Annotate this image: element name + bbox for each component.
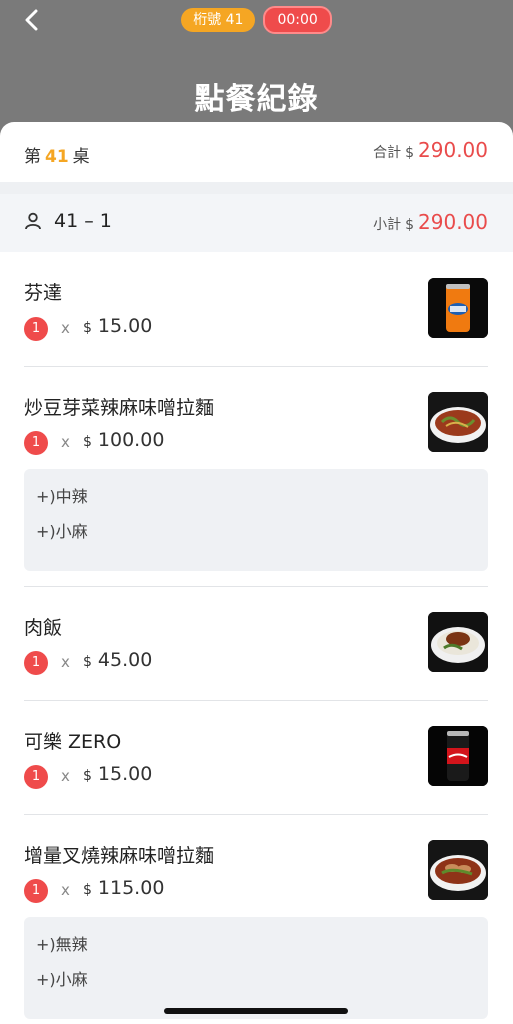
option-text: +)小麻 (36, 970, 88, 989)
price-currency: $ (83, 768, 92, 784)
multiply-sign: x (61, 767, 70, 785)
price-value: 45.00 (97, 649, 153, 671)
item-name: 炒豆芽菜辣麻味噌拉麵 (24, 397, 215, 419)
multiply-sign: x (61, 433, 70, 451)
quantity-badge: 1 (24, 317, 48, 341)
item-image-fanta (428, 278, 488, 338)
price-value: 115.00 (97, 877, 165, 899)
price-value: 15.00 (97, 315, 153, 337)
order-item[interactable]: 肉飯 1 x $45.00 (0, 587, 513, 700)
item-price: $100.00 (83, 429, 164, 451)
item-image-chashu-ramen (428, 840, 488, 900)
item-name: 可樂 ZERO (24, 731, 122, 753)
header-bar: 桁號 41 00:00 點餐紀錄 (0, 0, 513, 140)
seat-number-badge: 桁號 41 (181, 8, 256, 32)
item-image-ramen (428, 392, 488, 452)
table-number: 第 41 桌 (24, 142, 90, 167)
total-currency: $ (405, 145, 415, 161)
item-price: $45.00 (83, 649, 152, 671)
total-label: 合計 (373, 145, 402, 161)
multiply-sign: x (61, 319, 70, 337)
page-title: 點餐紀錄 (194, 82, 319, 117)
quantity-badge: 1 (24, 879, 48, 903)
table-suffix: 桌 (72, 147, 90, 167)
item-price: $115.00 (83, 877, 164, 899)
multiply-sign: x (61, 881, 70, 899)
item-image-coke (428, 726, 488, 786)
quantity-badge: 1 (24, 651, 48, 675)
multiply-sign: x (61, 653, 70, 671)
item-price: $15.00 (83, 315, 152, 337)
total-amount: 合計 $ 290.00 (373, 138, 488, 162)
timer-badge: 00:00 (263, 6, 332, 34)
person-icon (25, 212, 41, 230)
option-text: +)中辣 (36, 487, 88, 506)
price-value: 15.00 (97, 763, 153, 785)
subtotal-amount: 小計 $ 290.00 (373, 210, 488, 234)
price-currency: $ (83, 320, 92, 336)
price-currency: $ (83, 654, 92, 670)
order-item[interactable]: 可樂 ZERO 1 x $15.00 (0, 701, 513, 814)
price-currency: $ (83, 434, 92, 450)
table-summary: 第 41 桌 合計 $ 290.00 (0, 122, 513, 182)
quantity-badge: 1 (24, 765, 48, 789)
price-value: 100.00 (97, 429, 165, 451)
section-gap (0, 182, 513, 194)
order-list: 芬達 1 x $15.00 炒豆芽菜辣麻味噌拉麵 1 x $100.00 +)中… (0, 252, 513, 1024)
item-name: 芬達 (24, 282, 63, 304)
item-price: $15.00 (83, 763, 152, 785)
table-number-value: 41 (45, 147, 69, 167)
option-text: +)無辣 (36, 935, 88, 954)
price-currency: $ (83, 882, 92, 898)
option-text: +)小麻 (36, 522, 88, 541)
order-item[interactable]: 芬達 1 x $15.00 (0, 252, 513, 366)
order-item[interactable]: 增量叉燒辣麻味噌拉麵 1 x $115.00 +)無辣 +)小麻 (0, 815, 513, 1024)
subtotal-value: 290.00 (418, 210, 488, 234)
item-name: 增量叉燒辣麻味噌拉麵 (24, 845, 215, 867)
seat-header: 41 – 1 小計 $ 290.00 (0, 194, 513, 253)
item-name: 肉飯 (24, 617, 63, 639)
home-indicator[interactable] (164, 1008, 348, 1014)
subtotal-currency: $ (405, 217, 415, 233)
item-image-pork-rice (428, 612, 488, 672)
quantity-badge: 1 (24, 431, 48, 455)
subtotal-label: 小計 (373, 217, 402, 233)
total-value: 290.00 (418, 138, 488, 162)
seat-label: 41 – 1 (54, 210, 112, 232)
item-options: +)無辣 +)小麻 (24, 917, 488, 1019)
item-options: +)中辣 +)小麻 (24, 469, 488, 571)
order-item[interactable]: 炒豆芽菜辣麻味噌拉麵 1 x $100.00 +)中辣 +)小麻 (0, 367, 513, 586)
table-prefix: 第 (24, 147, 41, 167)
